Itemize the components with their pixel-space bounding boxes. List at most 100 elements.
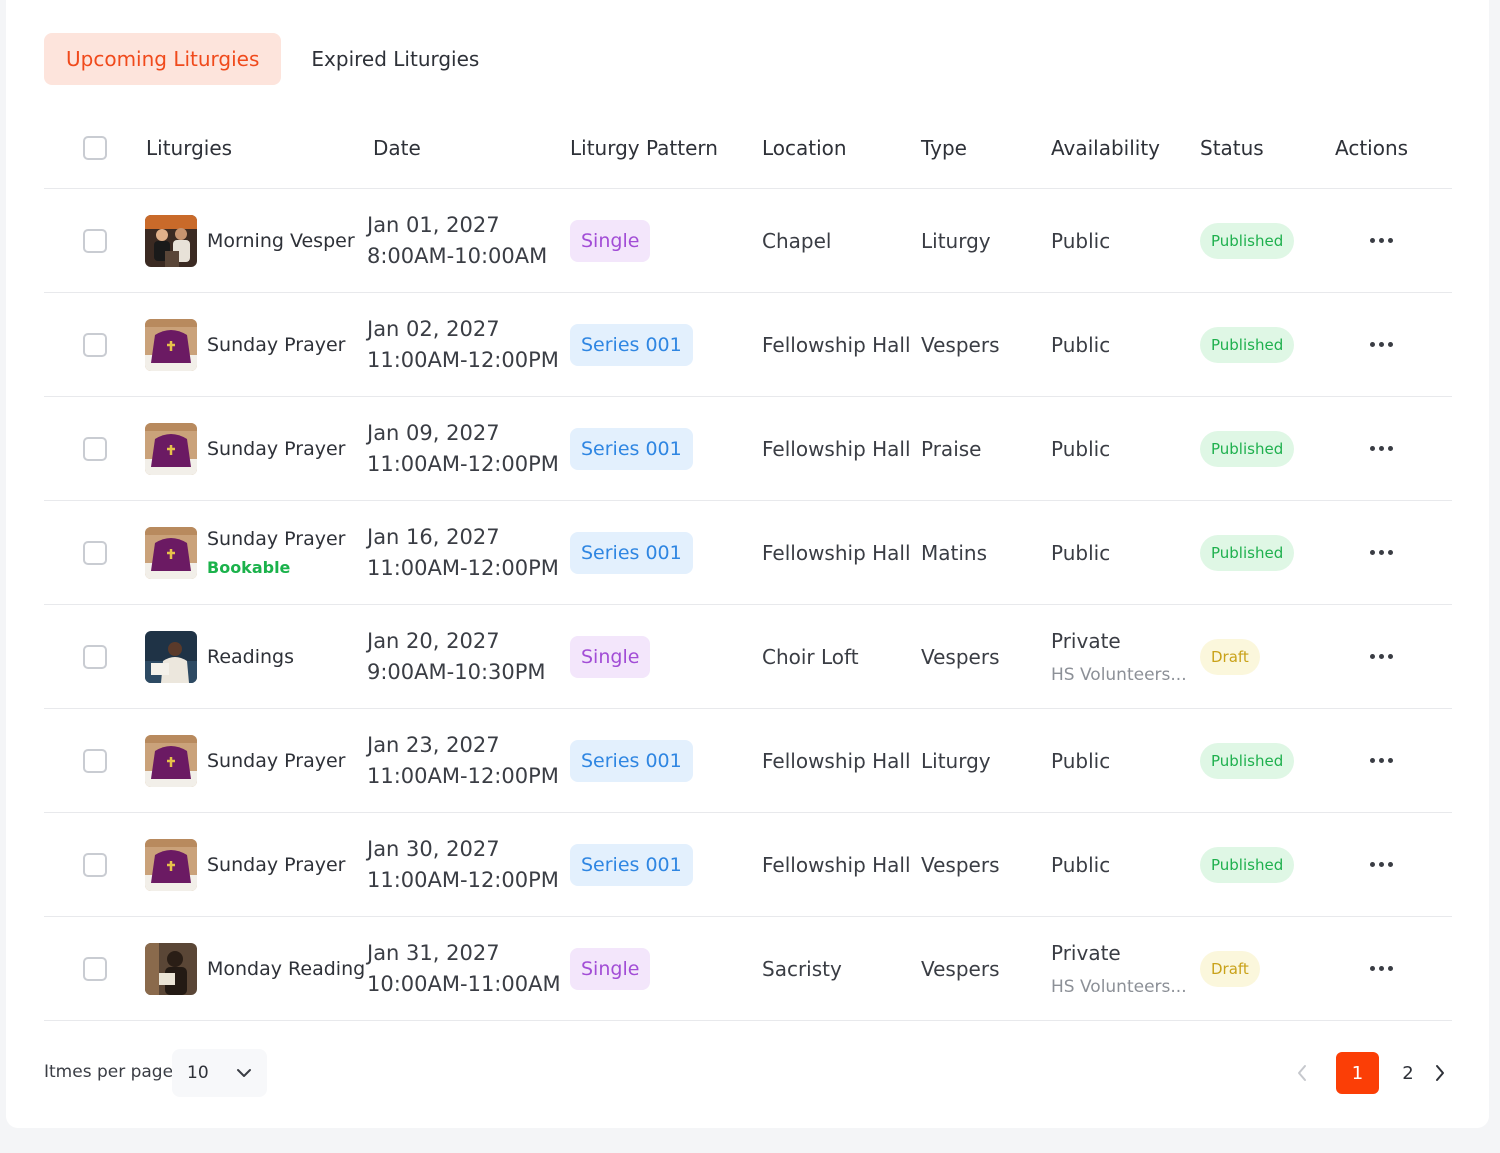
row-select-cell xyxy=(83,293,107,396)
row-name-cell: Sunday Prayer Bookable xyxy=(207,501,345,604)
row-status-cell: Published xyxy=(1200,709,1295,812)
more-options-icon[interactable] xyxy=(1360,228,1403,253)
more-options-icon[interactable] xyxy=(1360,852,1403,877)
row-actions-cell xyxy=(1360,813,1403,916)
liturgy-date: Jan 01, 2027 xyxy=(367,212,500,237)
table-row[interactable]: Sunday Prayer Jan 09, 2027 11:00AM-12:00… xyxy=(44,397,1452,501)
row-select-cell xyxy=(83,605,107,708)
reader-photo xyxy=(145,630,197,683)
items-per-page-label: Itmes per page xyxy=(44,1062,174,1082)
more-options-icon[interactable] xyxy=(1360,540,1403,565)
row-thumb-cell xyxy=(145,293,197,396)
row-select-cell xyxy=(83,397,107,500)
row-pattern-cell: Series 001 xyxy=(570,397,693,500)
row-checkbox[interactable] xyxy=(83,748,107,773)
more-options-icon[interactable] xyxy=(1360,956,1403,981)
row-status-cell: Published xyxy=(1200,397,1295,500)
column-header-pattern[interactable]: Liturgy Pattern xyxy=(570,106,718,189)
liturgy-name[interactable]: Morning Vesper xyxy=(207,230,355,252)
column-header-location[interactable]: Location xyxy=(762,106,847,189)
liturgy-name[interactable]: Sunday Prayer xyxy=(207,528,345,550)
availability-group: HS Volunteers... xyxy=(1051,976,1187,997)
liturgy-location: Sacristy xyxy=(762,956,842,981)
table-row[interactable]: Sunday Prayer Jan 23, 2027 11:00AM-12:00… xyxy=(44,709,1452,813)
chevron-right-icon[interactable] xyxy=(1434,1052,1446,1094)
more-options-icon[interactable] xyxy=(1360,436,1403,461)
row-status-cell: Published xyxy=(1200,189,1295,292)
table-row[interactable]: Readings Jan 20, 2027 9:00AM-10:30PM Sin… xyxy=(44,605,1452,709)
column-header-type[interactable]: Type xyxy=(921,106,967,189)
liturgy-time: 9:00AM-10:30PM xyxy=(367,659,546,684)
bookable-tag: Bookable xyxy=(207,558,291,577)
table-row[interactable]: Sunday Prayer Jan 02, 2027 11:00AM-12:00… xyxy=(44,293,1452,397)
table-header: Liturgies Date Liturgy Pattern Location … xyxy=(44,106,1452,189)
row-checkbox[interactable] xyxy=(83,436,107,461)
row-status-cell: Published xyxy=(1200,813,1295,916)
column-header-liturgies[interactable]: Liturgies xyxy=(146,106,232,189)
liturgy-name[interactable]: Monday Reading xyxy=(207,958,365,980)
row-pattern-cell: Single xyxy=(570,605,651,708)
liturgy-time: 11:00AM-12:00PM xyxy=(367,867,559,892)
column-header-availability[interactable]: Availability xyxy=(1051,106,1160,189)
availability-value: Public xyxy=(1051,540,1111,565)
liturgy-type: Liturgy xyxy=(921,228,991,253)
liturgy-name[interactable]: Sunday Prayer xyxy=(207,438,345,460)
status-badge: Published xyxy=(1200,846,1295,883)
pattern-pill: Series 001 xyxy=(570,427,693,470)
row-pattern-cell: Series 001 xyxy=(570,501,693,604)
row-name-cell: Sunday Prayer xyxy=(207,293,345,396)
row-availability-cell: Public xyxy=(1051,813,1110,916)
pattern-pill: Single xyxy=(570,947,651,990)
row-status-cell: Draft xyxy=(1200,917,1260,1020)
availability-value: Private xyxy=(1051,628,1121,653)
liturgy-name[interactable]: Sunday Prayer xyxy=(207,334,345,356)
row-pattern-cell: Series 001 xyxy=(570,293,693,396)
table-row[interactable]: Sunday Prayer Jan 30, 2027 11:00AM-12:00… xyxy=(44,813,1452,917)
column-header-date[interactable]: Date xyxy=(373,106,421,189)
liturgy-time: 8:00AM-10:00AM xyxy=(367,243,548,268)
row-checkbox[interactable] xyxy=(83,644,107,669)
row-checkbox[interactable] xyxy=(83,332,107,357)
row-select-cell xyxy=(83,189,107,292)
availability-value: Public xyxy=(1051,228,1111,253)
liturgy-time: 11:00AM-12:00PM xyxy=(367,555,559,580)
availability-value: Public xyxy=(1051,332,1111,357)
liturgy-time: 10:00AM-11:00AM xyxy=(367,971,561,996)
column-header-status[interactable]: Status xyxy=(1200,106,1264,189)
row-checkbox[interactable] xyxy=(83,956,107,981)
table-row[interactable]: Morning Vesper Jan 01, 2027 8:00AM-10:00… xyxy=(44,189,1452,293)
status-badge: Published xyxy=(1200,534,1295,571)
row-availability-cell: Public xyxy=(1051,189,1110,292)
row-thumb-cell xyxy=(145,813,197,916)
status-badge: Published xyxy=(1200,430,1295,467)
tab-expired-liturgies[interactable]: Expired Liturgies xyxy=(289,33,501,85)
row-name-cell: Sunday Prayer xyxy=(207,813,345,916)
liturgy-location: Fellowship Hall xyxy=(762,332,911,357)
liturgy-date: Jan 02, 2027 xyxy=(367,316,500,341)
row-thumb-cell xyxy=(145,917,197,1020)
more-options-icon[interactable] xyxy=(1360,748,1403,773)
liturgy-name[interactable]: Readings xyxy=(207,646,294,668)
row-checkbox[interactable] xyxy=(83,228,107,253)
more-options-icon[interactable] xyxy=(1360,644,1403,669)
row-checkbox[interactable] xyxy=(83,852,107,877)
page-button-2[interactable]: 2 xyxy=(1397,1052,1419,1094)
tab-upcoming-liturgies[interactable]: Upcoming Liturgies xyxy=(44,33,282,85)
more-options-icon[interactable] xyxy=(1360,332,1403,357)
status-badge: Published xyxy=(1200,326,1295,363)
table-body: Morning Vesper Jan 01, 2027 8:00AM-10:00… xyxy=(44,189,1452,1021)
liturgy-time: 11:00AM-12:00PM xyxy=(367,451,559,476)
liturgy-name[interactable]: Sunday Prayer xyxy=(207,854,345,876)
select-all-checkbox[interactable] xyxy=(83,135,107,160)
table-row[interactable]: Monday Reading Jan 31, 2027 10:00AM-11:0… xyxy=(44,917,1452,1021)
chevron-down-icon xyxy=(236,1063,252,1083)
liturgy-name[interactable]: Sunday Prayer xyxy=(207,750,345,772)
page-button-1[interactable]: 1 xyxy=(1336,1052,1379,1094)
book-photo xyxy=(145,942,197,995)
chevron-left-icon[interactable] xyxy=(1296,1052,1308,1094)
row-select-cell xyxy=(83,917,107,1020)
items-per-page-select[interactable]: 10 xyxy=(172,1049,267,1097)
liturgy-location: Chapel xyxy=(762,228,832,253)
row-checkbox[interactable] xyxy=(83,540,107,565)
table-row[interactable]: Sunday Prayer Bookable Jan 16, 2027 11:0… xyxy=(44,501,1452,605)
